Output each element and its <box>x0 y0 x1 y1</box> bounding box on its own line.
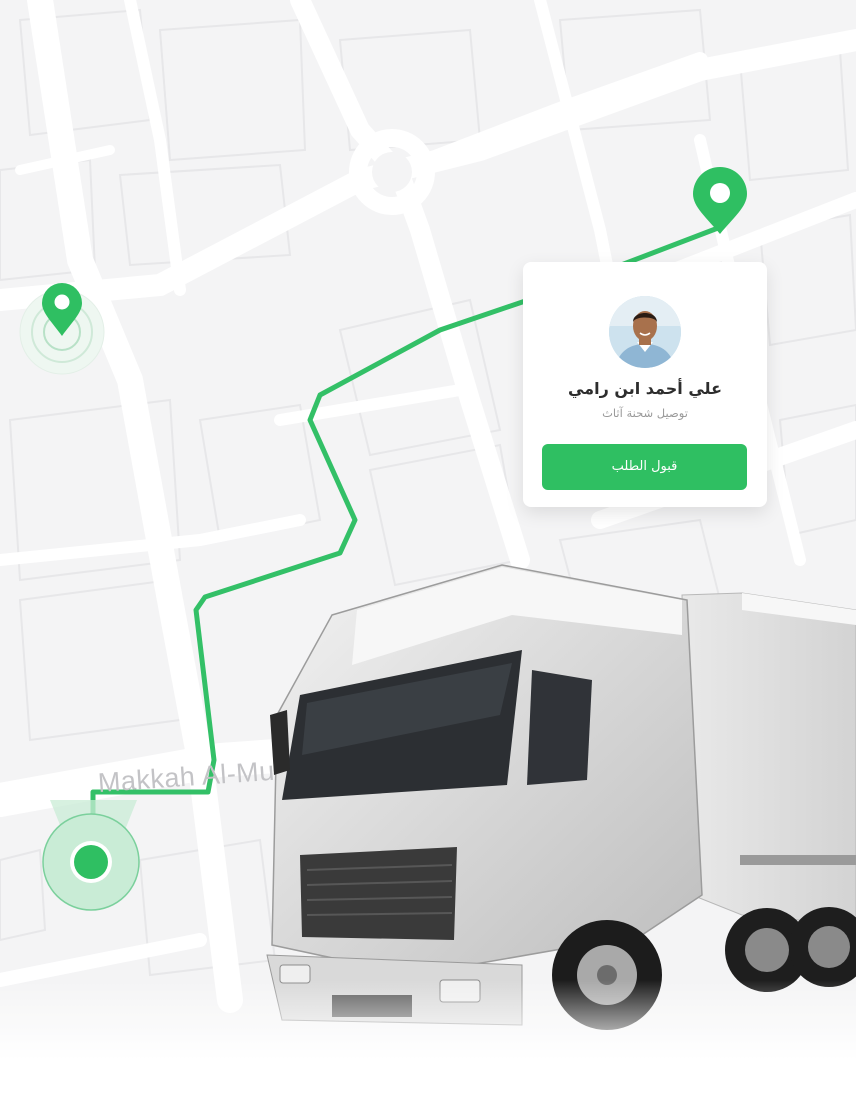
driver-avatar <box>609 296 681 368</box>
bottom-fade <box>0 980 856 1114</box>
service-description: توصيل شحنة آثاث <box>602 406 688 420</box>
map-scene: Makkah Al-Mukarramah علي أحمد ابن رامي ت… <box>0 0 856 1114</box>
current-location-icon <box>70 841 112 883</box>
origin-marker[interactable] <box>42 800 140 911</box>
accept-request-button[interactable]: قبول الطلب <box>542 444 747 490</box>
driver-name: علي أحمد ابن رامي <box>567 379 723 398</box>
driver-request-card: علي أحمد ابن رامي توصيل شحنة آثاث قبول ا… <box>523 262 767 507</box>
